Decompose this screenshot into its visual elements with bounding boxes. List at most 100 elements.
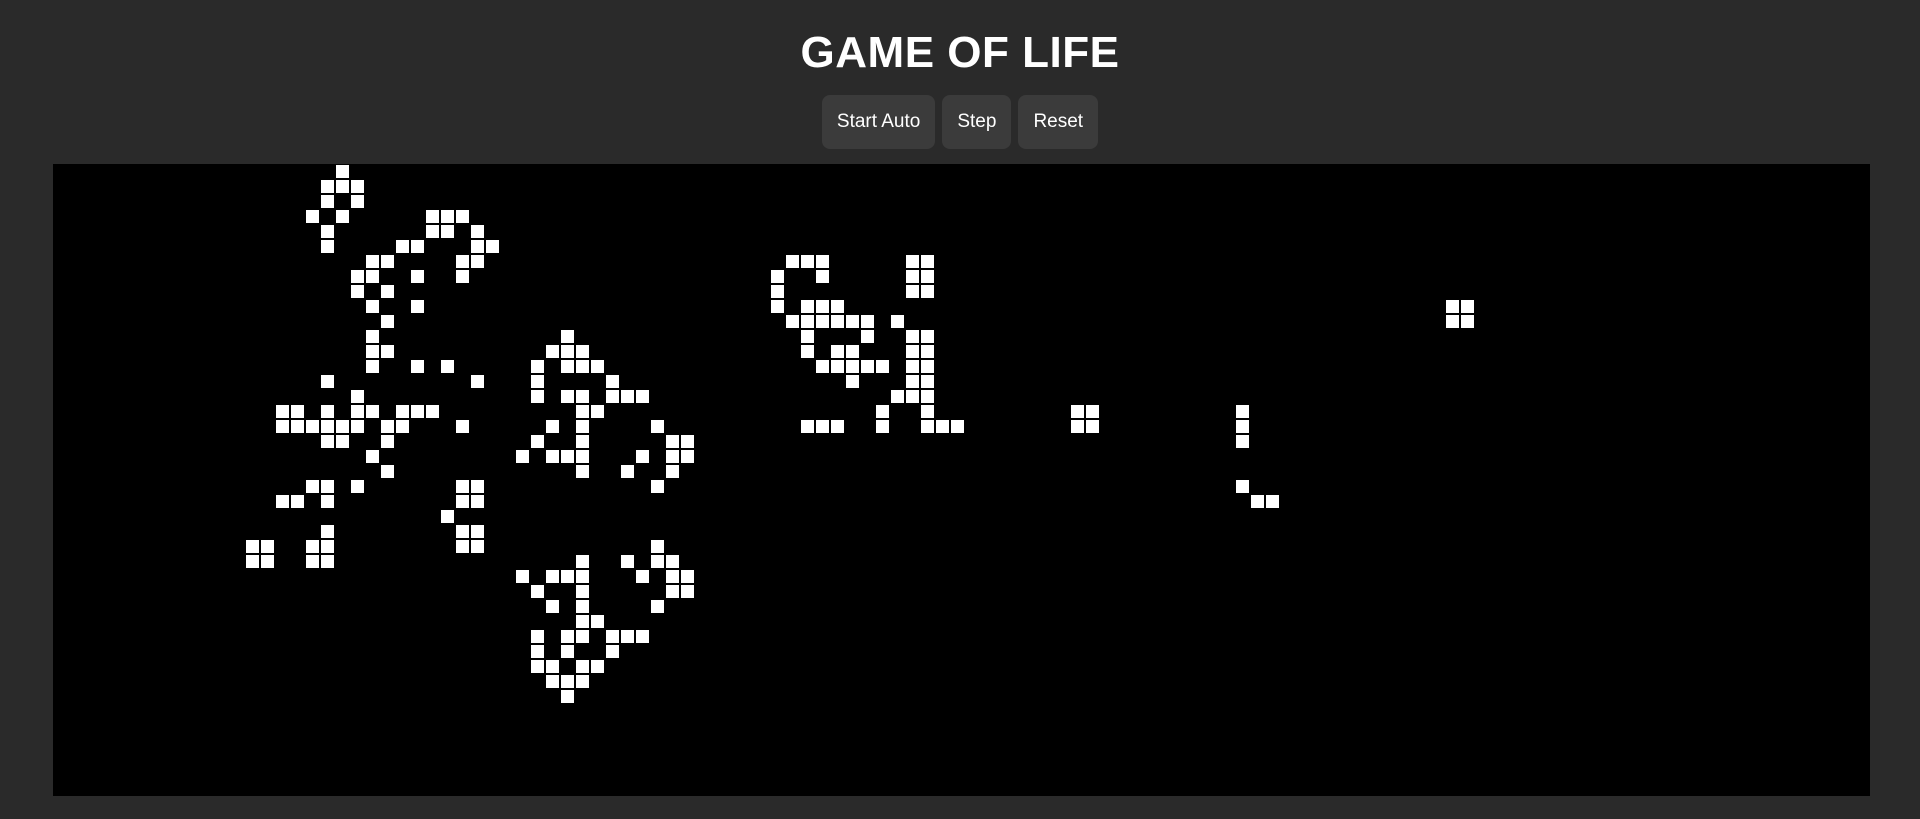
- live-cell[interactable]: [681, 585, 694, 598]
- live-cell[interactable]: [321, 480, 334, 493]
- live-cell[interactable]: [411, 270, 424, 283]
- live-cell[interactable]: [321, 180, 334, 193]
- live-cell[interactable]: [606, 645, 619, 658]
- live-cell[interactable]: [381, 420, 394, 433]
- live-cell[interactable]: [321, 555, 334, 568]
- live-cell[interactable]: [906, 270, 919, 283]
- live-cell[interactable]: [366, 330, 379, 343]
- live-cell[interactable]: [816, 360, 829, 373]
- live-cell[interactable]: [921, 360, 934, 373]
- live-cell[interactable]: [666, 435, 679, 448]
- live-cell[interactable]: [876, 420, 889, 433]
- live-cell[interactable]: [471, 525, 484, 538]
- live-cell[interactable]: [531, 585, 544, 598]
- live-cell[interactable]: [531, 360, 544, 373]
- live-cell[interactable]: [816, 255, 829, 268]
- live-cell[interactable]: [561, 330, 574, 343]
- live-cell[interactable]: [306, 555, 319, 568]
- live-cell[interactable]: [426, 210, 439, 223]
- live-cell[interactable]: [456, 495, 469, 508]
- live-cell[interactable]: [801, 300, 814, 313]
- live-cell[interactable]: [471, 240, 484, 253]
- live-cell[interactable]: [441, 210, 454, 223]
- live-cell[interactable]: [381, 435, 394, 448]
- live-cell[interactable]: [396, 240, 409, 253]
- live-cell[interactable]: [321, 240, 334, 253]
- live-cell[interactable]: [576, 600, 589, 613]
- live-cell[interactable]: [441, 360, 454, 373]
- live-cell[interactable]: [561, 390, 574, 403]
- live-cell[interactable]: [321, 195, 334, 208]
- live-cell[interactable]: [531, 390, 544, 403]
- live-cell[interactable]: [321, 540, 334, 553]
- live-cell[interactable]: [351, 420, 364, 433]
- live-cell[interactable]: [291, 495, 304, 508]
- live-cell[interactable]: [336, 420, 349, 433]
- live-cell[interactable]: [606, 630, 619, 643]
- live-cell[interactable]: [576, 390, 589, 403]
- game-board[interactable]: [53, 164, 1870, 796]
- live-cell[interactable]: [321, 435, 334, 448]
- live-cell[interactable]: [456, 480, 469, 493]
- live-cell[interactable]: [456, 420, 469, 433]
- live-cell[interactable]: [651, 600, 664, 613]
- live-cell[interactable]: [276, 405, 289, 418]
- live-cell[interactable]: [681, 435, 694, 448]
- live-cell[interactable]: [576, 585, 589, 598]
- live-cell[interactable]: [411, 300, 424, 313]
- live-cell[interactable]: [861, 315, 874, 328]
- live-cell[interactable]: [576, 450, 589, 463]
- live-cell[interactable]: [876, 405, 889, 418]
- live-cell[interactable]: [261, 555, 274, 568]
- live-cell[interactable]: [576, 435, 589, 448]
- live-cell[interactable]: [861, 360, 874, 373]
- live-cell[interactable]: [1461, 300, 1474, 313]
- live-cell[interactable]: [471, 495, 484, 508]
- live-cell[interactable]: [831, 360, 844, 373]
- live-cell[interactable]: [561, 360, 574, 373]
- live-cell[interactable]: [1086, 420, 1099, 433]
- live-cell[interactable]: [831, 315, 844, 328]
- live-cell[interactable]: [456, 525, 469, 538]
- live-cell[interactable]: [651, 540, 664, 553]
- live-cell[interactable]: [456, 270, 469, 283]
- live-cell[interactable]: [456, 540, 469, 553]
- live-cell[interactable]: [321, 405, 334, 418]
- live-cell[interactable]: [786, 315, 799, 328]
- live-cell[interactable]: [516, 450, 529, 463]
- live-cell[interactable]: [366, 270, 379, 283]
- live-cell[interactable]: [351, 390, 364, 403]
- live-cell[interactable]: [846, 315, 859, 328]
- live-cell[interactable]: [831, 300, 844, 313]
- live-cell[interactable]: [471, 375, 484, 388]
- live-cell[interactable]: [1086, 405, 1099, 418]
- live-cell[interactable]: [801, 255, 814, 268]
- live-cell[interactable]: [471, 540, 484, 553]
- live-cell[interactable]: [1071, 405, 1084, 418]
- live-cell[interactable]: [531, 630, 544, 643]
- live-cell[interactable]: [531, 660, 544, 673]
- live-cell[interactable]: [636, 390, 649, 403]
- live-cell[interactable]: [276, 420, 289, 433]
- live-cell[interactable]: [561, 675, 574, 688]
- live-cell[interactable]: [831, 420, 844, 433]
- live-cell[interactable]: [456, 255, 469, 268]
- live-cell[interactable]: [801, 315, 814, 328]
- live-cell[interactable]: [471, 225, 484, 238]
- live-cell[interactable]: [576, 465, 589, 478]
- live-cell[interactable]: [456, 210, 469, 223]
- live-cell[interactable]: [1236, 405, 1249, 418]
- live-cell[interactable]: [381, 465, 394, 478]
- live-cell[interactable]: [351, 180, 364, 193]
- live-cell[interactable]: [561, 690, 574, 703]
- live-cell[interactable]: [291, 405, 304, 418]
- live-cell[interactable]: [336, 435, 349, 448]
- live-cell[interactable]: [771, 300, 784, 313]
- live-cell[interactable]: [576, 555, 589, 568]
- live-cell[interactable]: [366, 255, 379, 268]
- live-cell[interactable]: [861, 330, 874, 343]
- live-cell[interactable]: [1236, 480, 1249, 493]
- live-cell[interactable]: [531, 435, 544, 448]
- live-cell[interactable]: [1251, 495, 1264, 508]
- live-cell[interactable]: [321, 495, 334, 508]
